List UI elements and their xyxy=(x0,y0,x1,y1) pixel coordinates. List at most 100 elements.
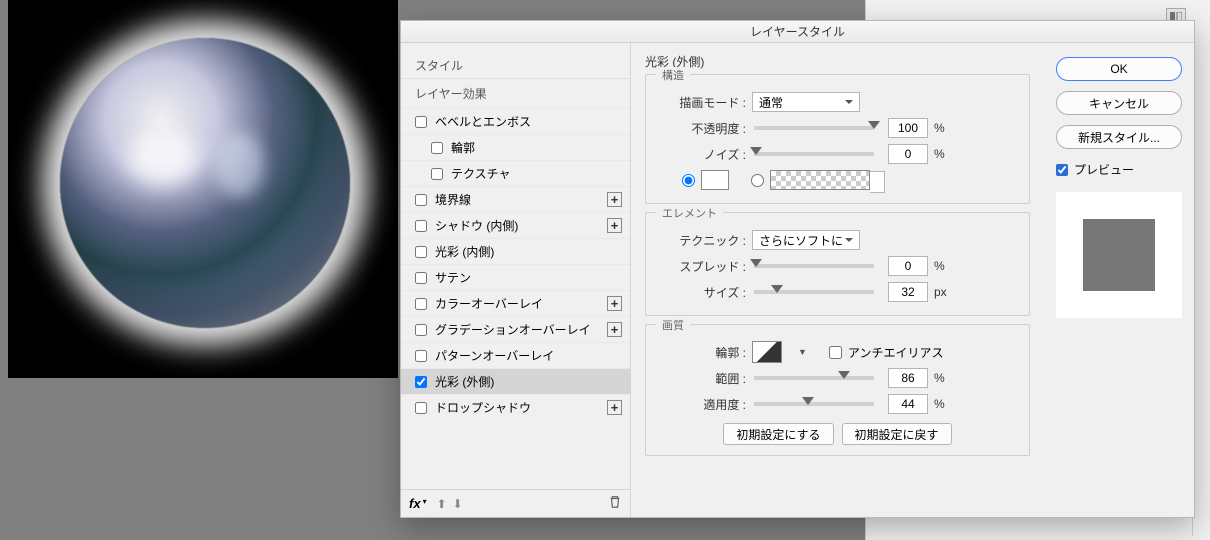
effect-outer-glow[interactable]: 光彩 (外側) xyxy=(401,368,630,394)
jitter-unit: % xyxy=(934,397,956,411)
effect-label: グラデーションオーバーレイ xyxy=(435,321,591,338)
make-default-button[interactable]: 初期設定にする xyxy=(723,423,833,445)
move-up-icon[interactable]: ⬆ xyxy=(437,497,447,511)
glow-color-swatch[interactable] xyxy=(701,170,729,190)
add-icon[interactable]: + xyxy=(607,322,622,337)
checkbox-satin[interactable] xyxy=(415,272,427,284)
size-input[interactable] xyxy=(888,282,928,302)
effect-inner-glow[interactable]: 光彩 (内側) xyxy=(401,238,630,264)
structure-fieldset: 構造 描画モード : 通常 不透明度 : % ノイズ : % xyxy=(645,74,1030,204)
checkbox-inner-glow[interactable] xyxy=(415,246,427,258)
jitter-slider[interactable] xyxy=(754,402,874,406)
section-title: 光彩 (外側) xyxy=(645,53,1030,70)
size-slider[interactable] xyxy=(754,290,874,294)
dialog-title: レイヤースタイル xyxy=(401,21,1194,43)
checkbox-outer-glow[interactable] xyxy=(415,376,427,388)
layer-effects-header[interactable]: レイヤー効果 xyxy=(401,78,630,108)
new-style-button[interactable]: 新規スタイル... xyxy=(1056,125,1182,149)
glow-gradient-picker[interactable] xyxy=(770,170,870,190)
checkbox-contour[interactable] xyxy=(431,142,443,154)
effect-label: パターンオーバーレイ xyxy=(435,347,554,364)
blend-mode-select[interactable]: 通常 xyxy=(752,92,860,112)
opacity-slider[interactable] xyxy=(754,126,874,130)
element-fieldset: エレメント テクニック : さらにソフトに スプレッド : % サイズ : px xyxy=(645,212,1030,316)
effect-label: サテン xyxy=(435,269,471,286)
effect-drop-shadow[interactable]: ドロップシャドウ + xyxy=(401,394,630,420)
add-icon[interactable]: + xyxy=(607,296,622,311)
spread-input[interactable] xyxy=(888,256,928,276)
checkbox-pattern-overlay[interactable] xyxy=(415,350,427,362)
preview-thumbnail xyxy=(1056,192,1182,318)
effect-inner-shadow[interactable]: シャドウ (内側)+ xyxy=(401,212,630,238)
ok-button[interactable]: OK xyxy=(1056,57,1182,81)
size-label: サイズ : xyxy=(658,284,746,301)
noise-slider[interactable] xyxy=(754,152,874,156)
effect-pattern-overlay[interactable]: パターンオーバーレイ xyxy=(401,342,630,368)
antialias-checkbox[interactable] xyxy=(829,346,842,359)
effect-label: カラーオーバーレイ xyxy=(435,295,543,312)
effect-label: 光彩 (外側) xyxy=(435,373,494,390)
structure-legend: 構造 xyxy=(656,67,690,83)
element-legend: エレメント xyxy=(656,205,723,221)
checkbox-bevel[interactable] xyxy=(415,116,427,128)
effect-contour[interactable]: 輪郭 xyxy=(401,134,630,160)
canvas-image xyxy=(8,0,398,378)
effect-bevel-emboss[interactable]: ベベルとエンボス xyxy=(401,108,630,134)
effect-color-overlay[interactable]: カラーオーバーレイ + xyxy=(401,290,630,316)
add-icon[interactable]: + xyxy=(607,218,622,233)
checkbox-inner-shadow[interactable] xyxy=(415,220,427,232)
spread-slider[interactable] xyxy=(754,264,874,268)
add-icon[interactable]: + xyxy=(607,400,622,415)
noise-label: ノイズ : xyxy=(658,146,746,163)
effect-label: ドロップシャドウ xyxy=(435,399,531,416)
checkbox-drop-shadow[interactable] xyxy=(415,402,427,414)
jitter-input[interactable] xyxy=(888,394,928,414)
trash-icon[interactable] xyxy=(608,495,622,512)
fx-menu-icon[interactable]: fx xyxy=(409,496,421,511)
checkbox-stroke[interactable] xyxy=(415,194,427,206)
add-icon[interactable]: + xyxy=(607,192,622,207)
range-label: 範囲 : xyxy=(658,370,746,387)
checkbox-grad-overlay[interactable] xyxy=(415,324,427,336)
dialog-buttons-column: OK キャンセル 新規スタイル... プレビュー xyxy=(1044,43,1194,517)
preview-swatch xyxy=(1083,219,1155,291)
checkbox-texture[interactable] xyxy=(431,168,443,180)
effect-stroke[interactable]: 境界線 + xyxy=(401,186,630,212)
checkbox-color-overlay[interactable] xyxy=(415,298,427,310)
effect-label: 境界線 xyxy=(435,191,471,208)
opacity-input[interactable] xyxy=(888,118,928,138)
effect-satin[interactable]: サテン xyxy=(401,264,630,290)
quality-fieldset: 画質 輪郭 : ▼ アンチエイリアス 範囲 : % 適用度 : xyxy=(645,324,1030,456)
range-slider[interactable] xyxy=(754,376,874,380)
technique-select[interactable]: さらにソフトに xyxy=(752,230,860,250)
preview-checkbox[interactable] xyxy=(1056,164,1068,176)
artwork-orb xyxy=(60,38,350,328)
gradient-radio[interactable] xyxy=(751,174,764,187)
chevron-down-icon[interactable]: ▼ xyxy=(798,347,807,357)
color-radio[interactable] xyxy=(682,174,695,187)
reset-default-button[interactable]: 初期設定に戻す xyxy=(842,423,952,445)
opacity-label: 不透明度 : xyxy=(658,120,746,137)
range-input[interactable] xyxy=(888,368,928,388)
effect-label: ベベルとエンボス xyxy=(435,113,531,130)
contour-picker[interactable] xyxy=(752,341,782,363)
size-unit: px xyxy=(934,285,956,299)
style-list-footer: fx ▾ ⬆ ⬇ xyxy=(401,489,630,517)
cancel-button[interactable]: キャンセル xyxy=(1056,91,1182,115)
effect-gradient-overlay[interactable]: グラデーションオーバーレイ + xyxy=(401,316,630,342)
range-unit: % xyxy=(934,371,956,385)
contour-label: 輪郭 : xyxy=(658,344,746,361)
antialias-label: アンチエイリアス xyxy=(848,344,944,361)
effect-texture[interactable]: テクスチャ xyxy=(401,160,630,186)
settings-column: 光彩 (外側) 構造 描画モード : 通常 不透明度 : % ノイズ : xyxy=(631,43,1044,517)
styles-header[interactable]: スタイル xyxy=(401,53,630,78)
move-down-icon[interactable]: ⬇ xyxy=(453,497,463,511)
spread-unit: % xyxy=(934,259,956,273)
layer-style-dialog: レイヤースタイル スタイル レイヤー効果 ベベルとエンボス 輪郭 テクスチャ 境… xyxy=(400,20,1195,518)
preview-label: プレビュー xyxy=(1074,161,1134,178)
effect-label: 光彩 (内側) xyxy=(435,243,494,260)
effect-label: テクスチャ xyxy=(451,165,511,182)
jitter-label: 適用度 : xyxy=(658,396,746,413)
style-list-column: スタイル レイヤー効果 ベベルとエンボス 輪郭 テクスチャ 境界線 + シャドウ … xyxy=(401,43,631,517)
noise-input[interactable] xyxy=(888,144,928,164)
